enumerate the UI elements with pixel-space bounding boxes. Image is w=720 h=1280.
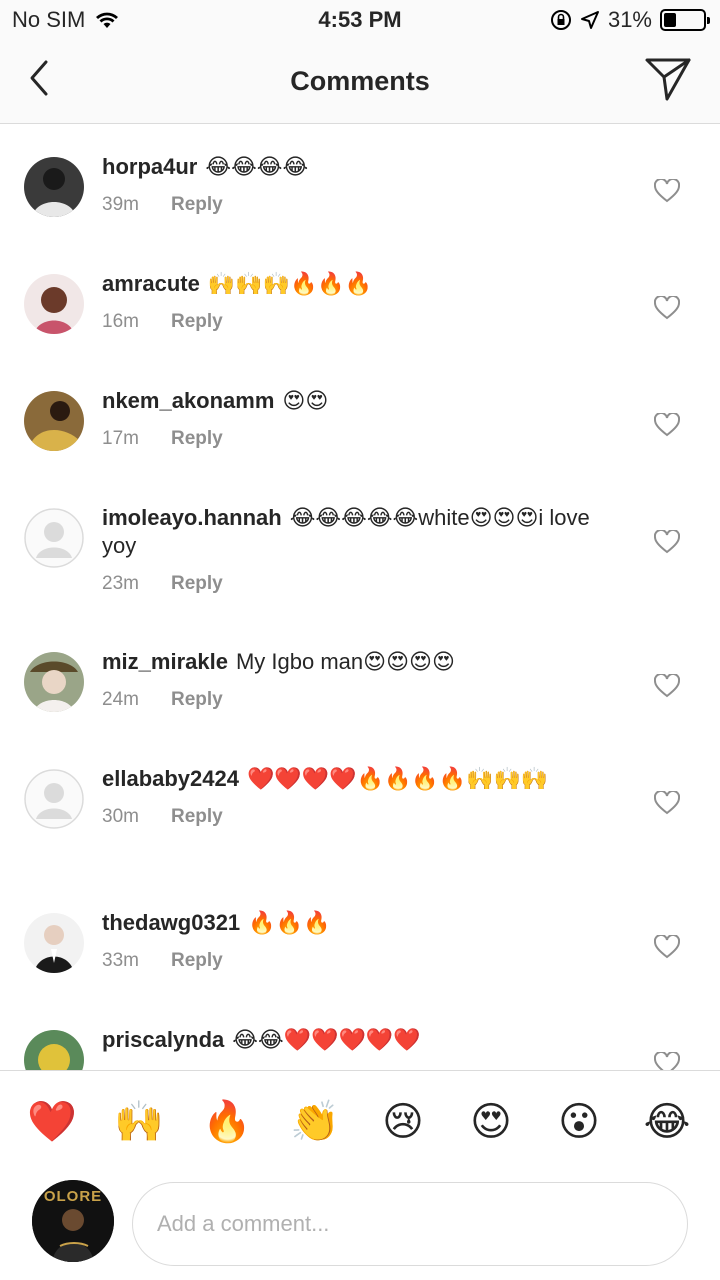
heart-icon[interactable] (654, 413, 680, 437)
heart-icon[interactable] (654, 791, 680, 815)
comment-text: 😂😂❤️❤️❤️❤️❤️ (232, 1027, 421, 1052)
comment-meta: 17m Reply (102, 425, 602, 453)
comment-body: ellababy2424 ❤️❤️❤️❤️🔥🔥🔥🔥🙌🙌🙌 30m Reply (102, 765, 602, 831)
reply-button[interactable]: Reply (171, 806, 223, 827)
reply-button[interactable]: Reply (171, 311, 223, 332)
paper-plane-icon[interactable] (644, 56, 692, 102)
heart-icon[interactable] (654, 935, 680, 959)
comment-username[interactable]: miz_mirakle (102, 649, 228, 674)
comment-body: priscalynda 😂😂❤️❤️❤️❤️❤️ (102, 1026, 602, 1054)
comment-meta: 16m Reply (102, 308, 602, 336)
default-avatar-icon (24, 508, 84, 568)
comments-list[interactable]: horpa4ur 😂😂😂😂 39m Reply amracute 🙌🙌🙌🔥🔥🔥 16m… (0, 125, 720, 1070)
comment-body: thedawg0321 🔥🔥🔥 33m Reply (102, 909, 602, 975)
avatar-image (24, 913, 84, 973)
avatar[interactable] (24, 508, 84, 568)
default-avatar-icon (24, 769, 84, 829)
location-arrow-icon (580, 11, 599, 29)
comment-text: ❤️❤️❤️❤️🔥🔥🔥🔥🙌🙌🙌 (246, 766, 549, 791)
reaction-cry[interactable]: 😢 (375, 1094, 431, 1150)
reaction-heart[interactable]: ❤️ (24, 1094, 80, 1150)
comment-username[interactable]: amracute (102, 271, 200, 296)
comment-username[interactable]: ellababy2424 (102, 766, 239, 791)
reply-button[interactable]: Reply (171, 950, 223, 971)
reaction-raised-hands[interactable]: 🙌 (111, 1094, 167, 1150)
avatar-image (24, 1030, 84, 1070)
comment-time: 24m (102, 689, 139, 710)
reaction-joy[interactable]: 😂 (639, 1094, 695, 1150)
avatar[interactable] (24, 652, 84, 712)
avatar-logo-text: OLORE (43, 1188, 103, 1205)
comment-text: My Igbo man😍😍😍😍 (235, 649, 455, 674)
comment-body: miz_mirakle My Igbo man😍😍😍😍 24m Reply (102, 648, 602, 714)
reaction-clap[interactable]: 👏 (287, 1094, 343, 1150)
comment-username[interactable]: nkem_akonamm (102, 388, 274, 413)
avatar[interactable] (24, 769, 84, 829)
comment-time: 39m (102, 194, 139, 215)
comment-body: nkem_akonamm 😍😍 17m Reply (102, 387, 602, 453)
comment-username[interactable]: horpa4ur (102, 154, 197, 179)
comment-time: 30m (102, 806, 139, 827)
avatar[interactable] (24, 157, 84, 217)
header: Comments (0, 40, 720, 124)
comment-input[interactable] (132, 1182, 688, 1266)
reply-button[interactable]: Reply (171, 194, 223, 215)
heart-icon[interactable] (654, 179, 680, 203)
comment-meta: 39m Reply (102, 191, 602, 219)
heart-icon[interactable] (654, 1052, 680, 1070)
comment-text: 🔥🔥🔥 (248, 910, 331, 935)
heart-icon[interactable] (654, 530, 680, 554)
comment-body: amracute 🙌🙌🙌🔥🔥🔥 16m Reply (102, 270, 602, 336)
comment-text: 😍😍 (282, 388, 329, 413)
battery-level (664, 13, 676, 27)
comment-body: horpa4ur 😂😂😂😂 39m Reply (102, 153, 602, 219)
quick-reactions: ❤️ 🙌 🔥 👏 😢 😍 😮 😂 (0, 1094, 720, 1154)
status-bar: No SIM 4:53 PM 31% (0, 0, 720, 40)
battery-tip (707, 17, 710, 24)
comment-meta: 24m Reply (102, 686, 602, 714)
comment-text: 🙌🙌🙌🔥🔥🔥 (207, 271, 373, 296)
heart-icon[interactable] (654, 674, 680, 698)
avatar[interactable] (24, 913, 84, 973)
battery-percent: 31% (607, 7, 652, 32)
heart-icon[interactable] (654, 296, 680, 320)
status-right: 31% (550, 7, 710, 33)
divider (0, 1070, 720, 1071)
comment-meta: 33m Reply (102, 947, 602, 975)
comment-body: imoleayo.hannah 😂😂😂😂😂white😍😍😍i love yoy 2… (102, 504, 602, 598)
battery-icon (660, 9, 710, 31)
reply-button[interactable]: Reply (171, 428, 223, 449)
avatar[interactable] (24, 274, 84, 334)
avatar-image (24, 391, 84, 451)
reply-button[interactable]: Reply (171, 573, 223, 594)
avatar-image (24, 157, 84, 217)
avatar-image (24, 274, 84, 334)
comment-username[interactable]: thedawg0321 (102, 910, 240, 935)
comment-time: 33m (102, 950, 139, 971)
page-title: Comments (290, 66, 430, 96)
comment-meta: 23m Reply (102, 570, 602, 598)
reply-button[interactable]: Reply (171, 689, 223, 710)
comment-meta: 30m Reply (102, 803, 602, 831)
avatar-image (24, 652, 84, 712)
comment-username[interactable]: imoleayo.hannah (102, 505, 282, 530)
comment-time: 17m (102, 428, 139, 449)
reaction-heart-eyes[interactable]: 😍 (463, 1094, 519, 1150)
comment-time: 16m (102, 311, 139, 332)
comment-username[interactable]: priscalynda (102, 1027, 224, 1052)
reaction-surprised[interactable]: 😮 (551, 1094, 607, 1150)
orientation-lock-icon (550, 10, 571, 30)
my-avatar: OLORE (32, 1180, 114, 1262)
avatar[interactable] (24, 391, 84, 451)
avatar[interactable] (24, 1030, 84, 1070)
comment-composer: OLORE (0, 1180, 720, 1280)
comment-time: 23m (102, 573, 139, 594)
reaction-fire[interactable]: 🔥 (199, 1094, 255, 1150)
comment-text: 😂😂😂😂 (205, 154, 309, 179)
